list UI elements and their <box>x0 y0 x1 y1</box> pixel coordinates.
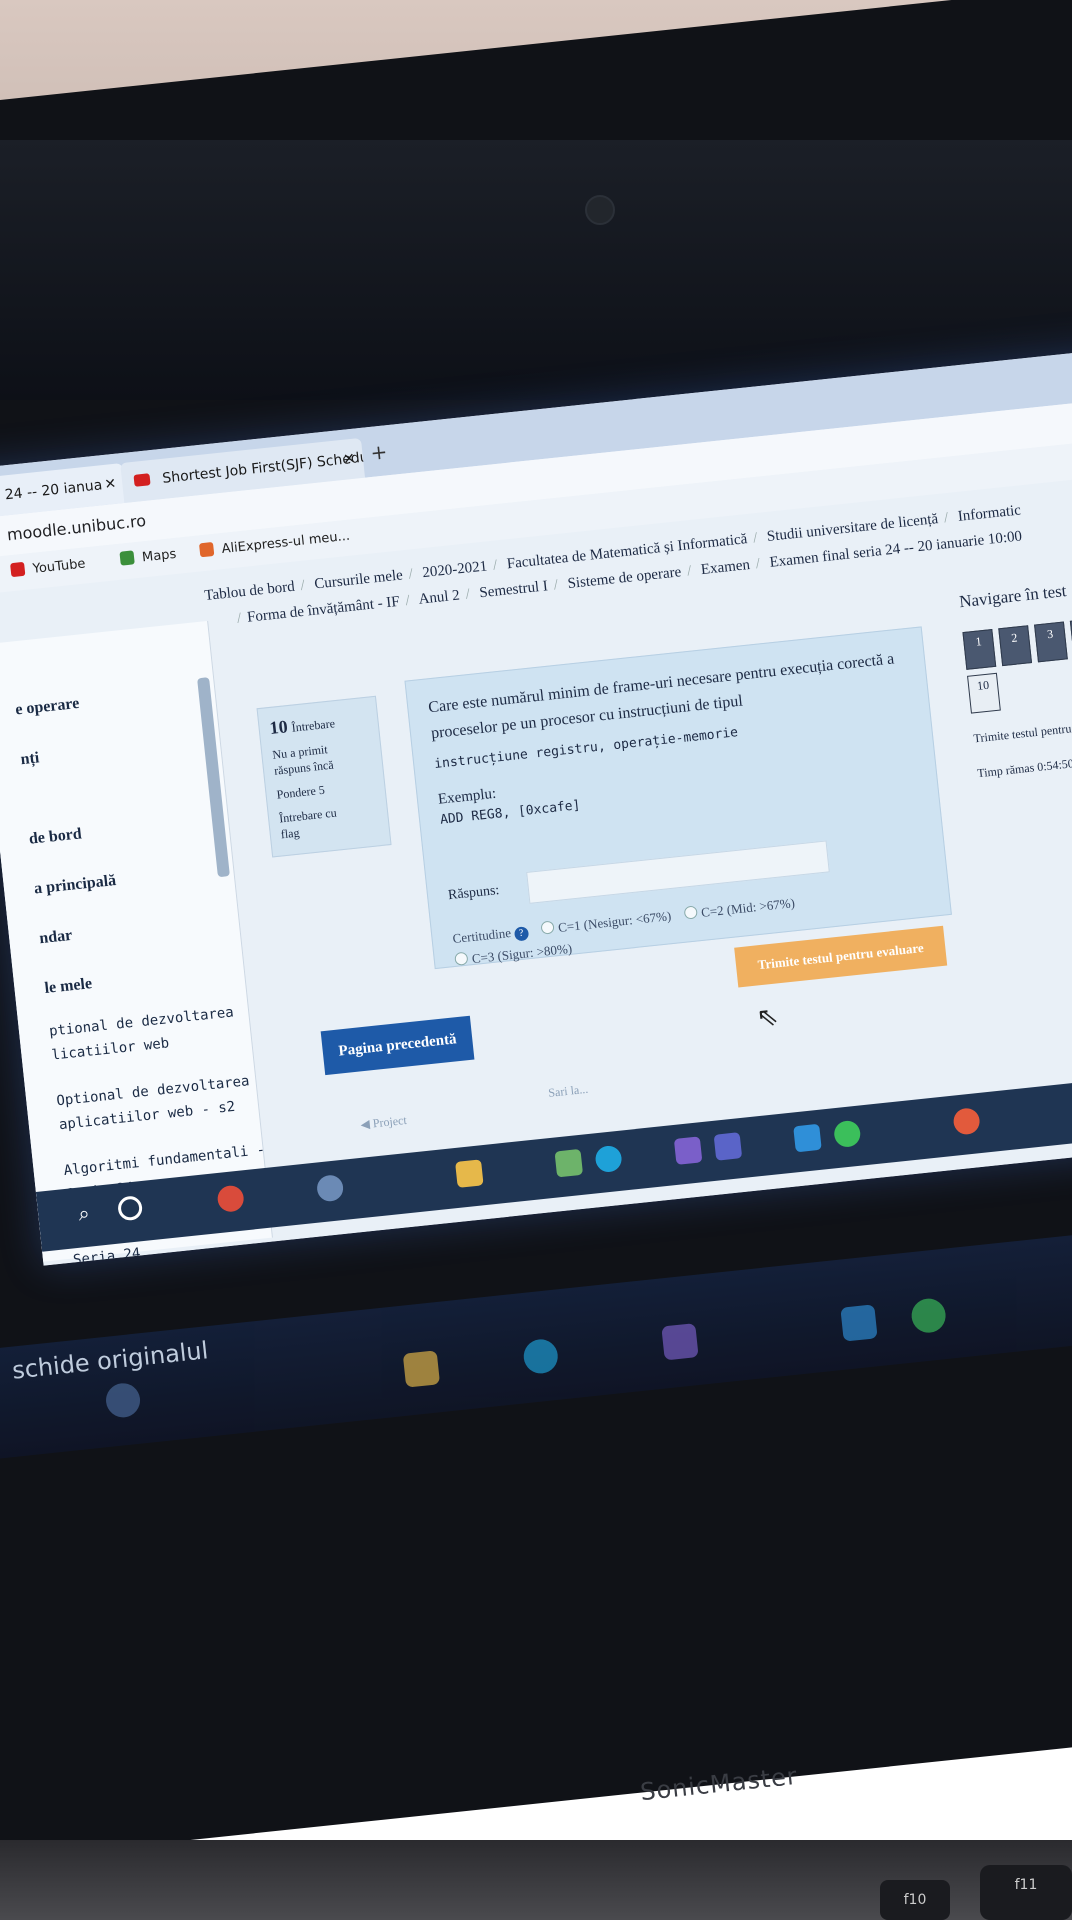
bookmark-label: Maps <box>141 546 178 566</box>
app-icon[interactable] <box>952 1107 981 1136</box>
sidebar-scrollbar[interactable] <box>197 677 230 878</box>
app-icon[interactable] <box>315 1173 345 1203</box>
breadcrumb-item[interactable]: Informatic <box>957 502 1022 525</box>
help-icon[interactable]: ? <box>513 926 530 942</box>
bookmark-label: AliExpress-ul meu... <box>220 528 351 558</box>
vscode-icon[interactable] <box>793 1123 822 1153</box>
nav-question-button[interactable]: 3 <box>1034 621 1068 663</box>
aliexpress-icon <box>198 541 215 558</box>
reflection-text: schide originalul <box>10 1336 210 1385</box>
certitude-option: C=2 (Mid: >67%) <box>700 895 796 920</box>
app-icon <box>104 1381 142 1420</box>
question-box: Care este numărul minim de frame-uri nec… <box>404 626 952 970</box>
edge-icon[interactable] <box>594 1144 623 1174</box>
sidebar-item[interactable]: e operare <box>15 695 81 720</box>
visual-studio-icon <box>661 1323 699 1361</box>
teams-icon[interactable] <box>713 1132 743 1161</box>
spotify-icon[interactable] <box>832 1119 862 1149</box>
certitude-option: C=1 (Nesigur: <67%) <box>557 908 672 935</box>
quiz-navigation: Navigare în test 1 2 3 4 10 Trimite test… <box>958 571 1072 780</box>
webcam <box>585 195 615 225</box>
sidebar-item-dashboard[interactable]: de bord <box>28 825 82 848</box>
breadcrumb-item[interactable]: Anul 2 <box>418 588 461 608</box>
flag-question-link[interactable]: Întrebare cu flag <box>278 800 379 842</box>
sidebar-item[interactable]: nți <box>20 749 40 769</box>
mouse-pointer-icon: ⇖ <box>755 1001 780 1034</box>
cortana-icon[interactable] <box>116 1195 144 1222</box>
certitude-radio[interactable] <box>540 920 555 935</box>
nav-question-button[interactable]: 1 <box>962 628 997 670</box>
sidebar-item-calendar[interactable]: ndar <box>39 927 74 948</box>
screen-bezel <box>0 140 1072 400</box>
question-number-label: Întrebare <box>291 716 336 735</box>
close-icon[interactable]: ✕ <box>341 439 357 480</box>
nav-question-button[interactable]: 2 <box>998 625 1033 667</box>
question-weight: Pondere 5 <box>275 782 326 802</box>
spotify-icon <box>909 1296 948 1335</box>
bookmark-maps[interactable]: Maps <box>119 546 177 568</box>
answer-label: Răspuns: <box>447 882 501 904</box>
certitude-label: Certitudine <box>451 924 512 947</box>
nav-question-button-current[interactable]: 10 <box>967 672 1001 714</box>
laptop-screen: 24 -- 20 ianua ✕ Shortest Job First(SJF)… <box>0 348 1072 1266</box>
f10-key: f10 <box>880 1880 950 1920</box>
maps-icon <box>119 550 135 566</box>
edge-icon <box>522 1337 560 1376</box>
sidebar-course[interactable]: Optional de dezvoltarea aplicatiilor web… <box>55 1069 253 1137</box>
jump-to-select[interactable]: Sari la... <box>548 1082 589 1101</box>
url-text: moodle.unibuc.ro <box>6 510 147 545</box>
question-number: 10 <box>268 716 289 738</box>
answer-row: Răspuns: <box>447 840 830 904</box>
search-icon[interactable]: ⌕ <box>77 1199 106 1228</box>
visual-studio-icon[interactable] <box>673 1136 703 1165</box>
tab-label: 24 -- 20 ianua <box>4 477 104 504</box>
certitude-radio[interactable] <box>683 905 698 920</box>
sidebar-item-courses[interactable]: le mele <box>44 975 93 998</box>
app-icon <box>402 1350 441 1388</box>
previous-activity-link[interactable]: ◀ Project <box>360 1113 408 1133</box>
moodle-page: Tablou de bord / Cursurile mele/ 2020-202… <box>0 474 1072 1266</box>
app-icon[interactable] <box>554 1148 584 1178</box>
youtube-icon <box>133 473 151 487</box>
youtube-icon <box>10 561 26 578</box>
breadcrumb-item[interactable]: Sisteme de operare <box>567 564 682 592</box>
sidebar-item-home[interactable]: a principală <box>33 872 117 898</box>
sidebar-course[interactable]: ptional de dezvoltarea licatiilor web <box>48 1000 237 1067</box>
close-icon[interactable]: ✕ <box>103 464 119 505</box>
certitude-radio[interactable] <box>454 951 469 966</box>
bookmark-youtube[interactable]: YouTube <box>10 555 86 579</box>
question-status: Nu a primit răspuns încă <box>271 742 335 778</box>
breadcrumb-item[interactable]: Examen <box>700 557 751 578</box>
sidebar: e operare nți de bord a principală ndar … <box>0 620 315 1266</box>
time-remaining: Timp rămas 0:54:50 <box>976 756 1072 781</box>
new-tab-icon[interactable]: + <box>369 439 388 465</box>
breadcrumb-item[interactable]: 2020-2021 <box>422 558 488 581</box>
question-info: 10 Întrebare Nu a primit răspuns încă Po… <box>256 695 392 858</box>
navigation-title: Navigare în test <box>958 581 1068 612</box>
chrome-icon[interactable] <box>216 1184 245 1213</box>
f11-key: f11 <box>980 1865 1072 1920</box>
breadcrumb-item[interactable]: Semestrul I <box>479 578 549 601</box>
submit-quiz-link[interactable]: Trimite testul pentru ev <box>973 720 1072 747</box>
vscode-icon <box>840 1304 878 1342</box>
certitude-option: C=3 (Sigur: >80%) <box>471 940 573 967</box>
app-icon[interactable] <box>455 1159 484 1188</box>
bookmark-label: YouTube <box>32 556 87 577</box>
bookmark-aliexpress[interactable]: AliExpress-ul meu... <box>198 528 351 560</box>
previous-page-button[interactable]: Pagina precedentă <box>320 1015 475 1076</box>
